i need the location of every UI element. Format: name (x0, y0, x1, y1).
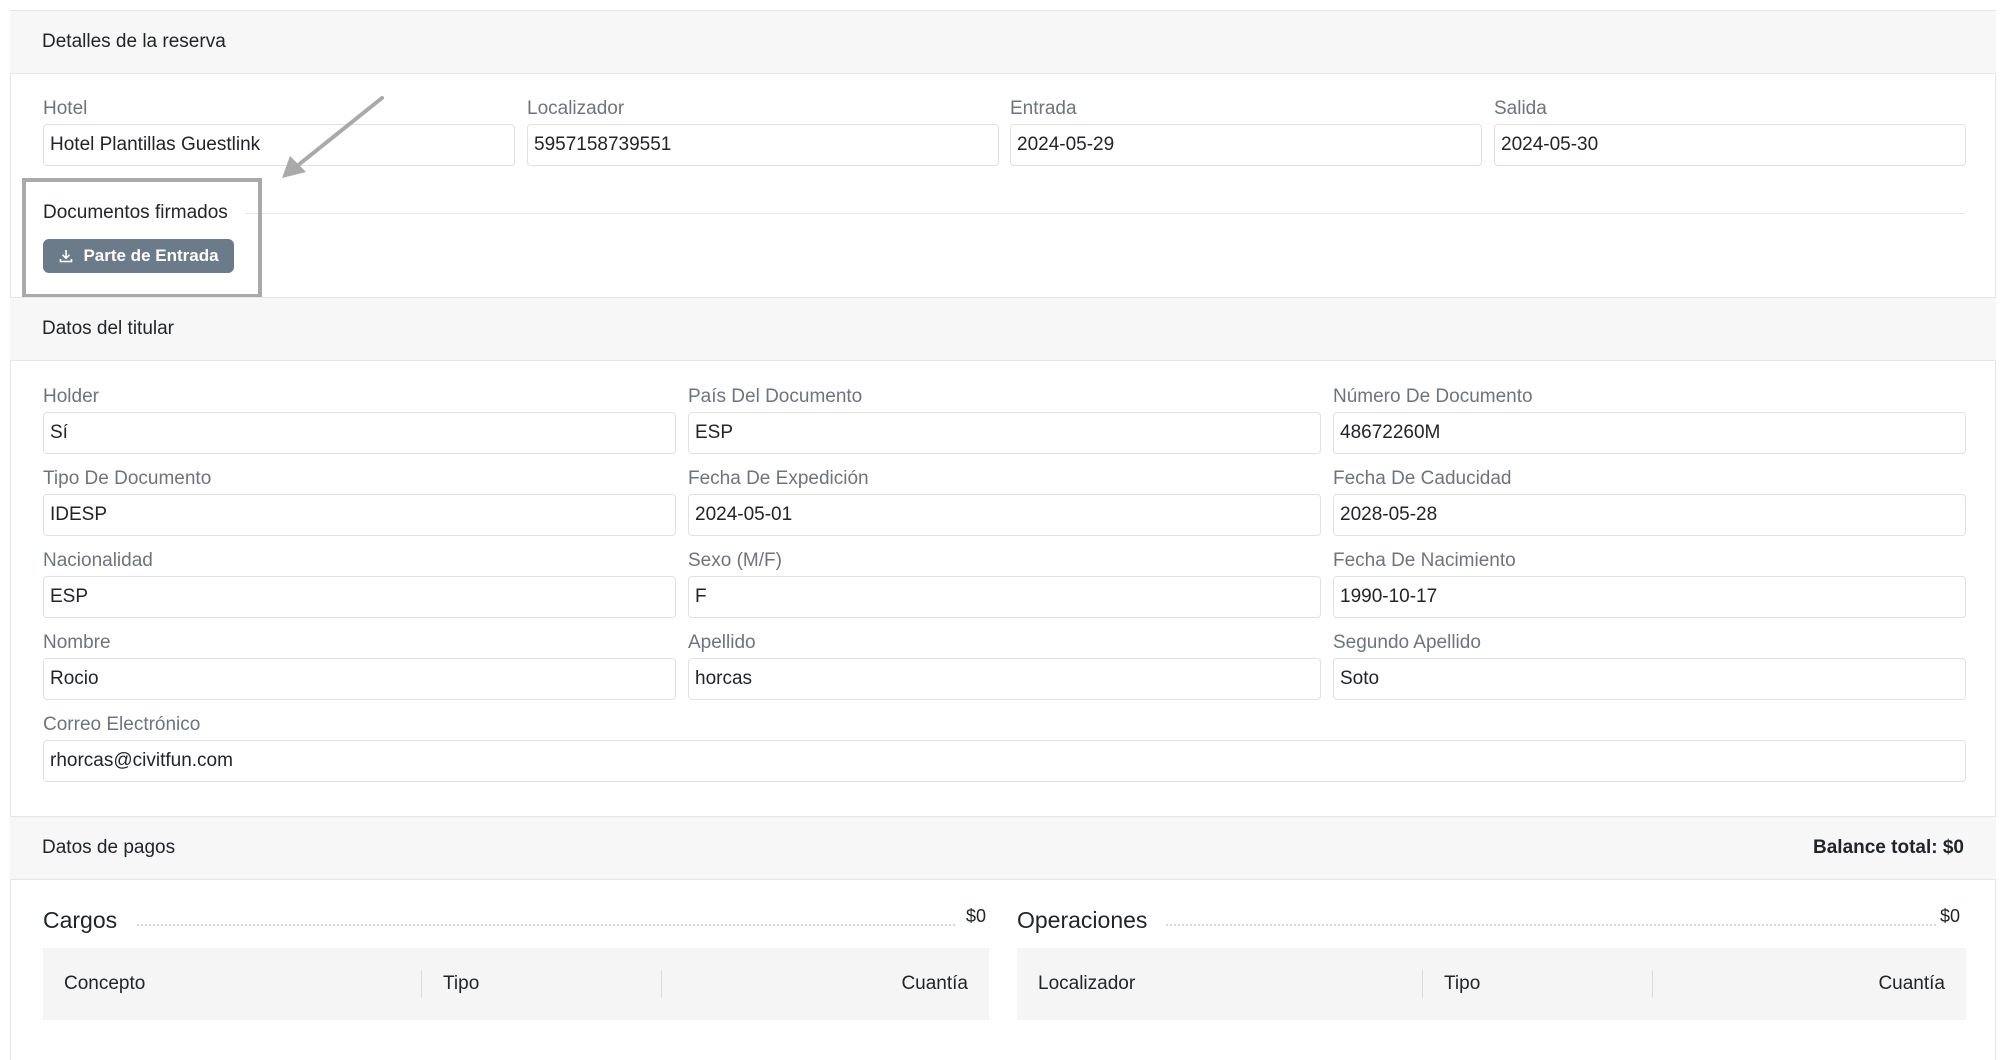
holder-label: Holder (43, 386, 99, 407)
charges-column-cuantia[interactable]: Cuantía (661, 948, 989, 1020)
reservation-section-title: Detalles de la reserva (42, 31, 226, 52)
document-type-input[interactable] (43, 494, 676, 536)
operations-column-localizador[interactable]: Localizador (1017, 948, 1422, 1020)
salida-label: Salida (1494, 98, 1547, 119)
second-last-name-input[interactable] (1333, 658, 1966, 700)
nationality-label: Nacionalidad (43, 550, 153, 571)
sex-label: Sexo (M/F) (688, 550, 782, 571)
operations-leader-dots (1166, 924, 1936, 926)
localizador-input[interactable] (527, 124, 999, 166)
email-label: Correo Electrónico (43, 714, 201, 735)
entrada-label: Entrada (1010, 98, 1077, 119)
payments-section-header: Datos de pagos Balance total: $0 (10, 816, 1996, 880)
last-name-label: Apellido (688, 632, 756, 653)
first-name-label: Nombre (43, 632, 111, 653)
localizador-label: Localizador (527, 98, 625, 119)
nationality-input[interactable] (43, 576, 676, 618)
last-name-input[interactable] (688, 658, 1321, 700)
operations-title: Operaciones (1017, 907, 1148, 933)
operations-column-tipo[interactable]: Tipo (1422, 948, 1652, 1020)
charges-column-tipo[interactable]: Tipo (421, 948, 661, 1020)
document-type-label: Tipo De Documento (43, 468, 212, 489)
document-number-input[interactable] (1333, 412, 1966, 454)
reservation-section-header: Detalles de la reserva (10, 10, 1996, 74)
arrow-icon (282, 96, 384, 178)
operations-column-cuantia[interactable]: Cuantía (1652, 948, 1966, 1020)
charges-leader-dots (137, 924, 955, 926)
operations-amount: $0 (1940, 906, 1961, 926)
email-input[interactable] (43, 740, 1966, 782)
sex-input[interactable] (688, 576, 1321, 618)
entrada-input[interactable] (1010, 124, 1482, 166)
document-country-input[interactable] (688, 412, 1321, 454)
charges-amount: $0 (966, 906, 987, 926)
hotel-label: Hotel (43, 98, 88, 119)
charges-title: Cargos (43, 907, 118, 933)
payments-section-title: Datos de pagos (42, 837, 176, 858)
expiry-date-label: Fecha De Caducidad (1333, 468, 1512, 489)
balance-total: Balance total: $0 (1813, 837, 1964, 858)
signed-documents-divider (245, 213, 1965, 214)
charges-column-concepto[interactable]: Concepto (43, 948, 421, 1020)
salida-input[interactable] (1494, 124, 1966, 166)
expiry-date-input[interactable] (1333, 494, 1966, 536)
operations-table-header: Localizador Tipo Cuantía (1017, 948, 1966, 1020)
issue-date-label: Fecha De Expedición (688, 468, 869, 489)
second-last-name-label: Segundo Apellido (1333, 632, 1481, 653)
document-number-label: Número De Documento (1333, 386, 1533, 407)
charges-table-header: Concepto Tipo Cuantía (43, 948, 989, 1020)
issue-date-input[interactable] (688, 494, 1321, 536)
holder-section-title: Datos del titular (42, 318, 175, 339)
first-name-input[interactable] (43, 658, 676, 700)
birth-date-input[interactable] (1333, 576, 1966, 618)
holder-section-header: Datos del titular (10, 297, 1996, 361)
birth-date-label: Fecha De Nacimiento (1333, 550, 1516, 571)
annotation-highlight-box (22, 178, 262, 298)
document-country-label: País Del Documento (688, 386, 863, 407)
holder-input[interactable] (43, 412, 676, 454)
